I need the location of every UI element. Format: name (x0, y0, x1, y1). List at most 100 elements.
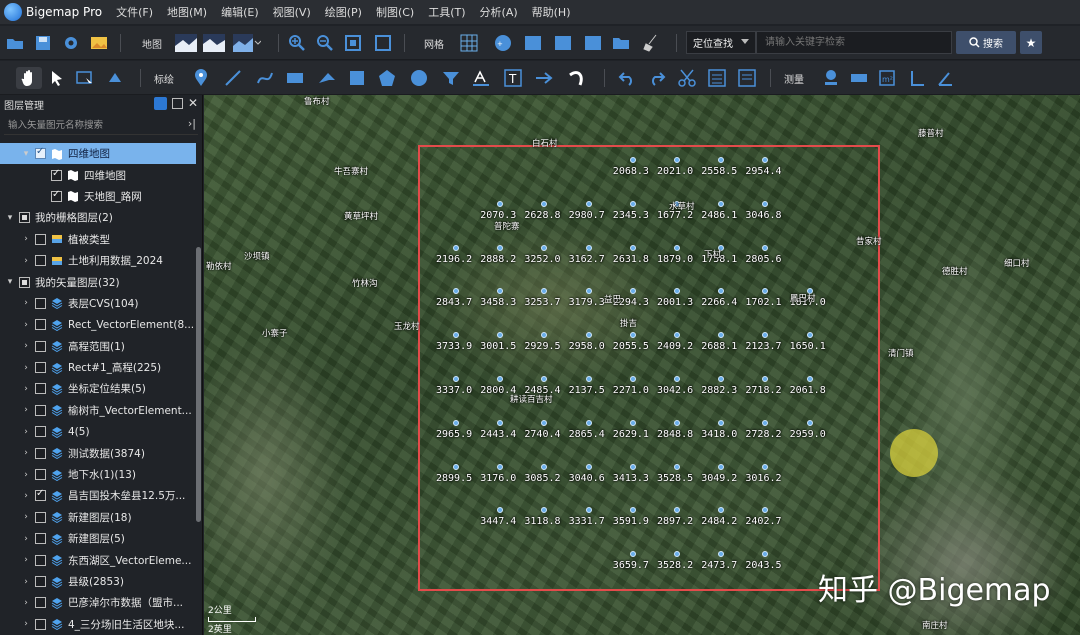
collapse-panel-icon[interactable]: ›| (188, 117, 196, 130)
search-button[interactable]: 搜索 (956, 31, 1016, 54)
undo-icon[interactable] (616, 67, 638, 89)
elevation-point-marker[interactable] (585, 200, 592, 207)
elevation-point-marker[interactable] (674, 244, 680, 251)
panel-search-icon[interactable] (153, 97, 167, 110)
expand-chevron-right-icon[interactable]: › (20, 234, 32, 244)
layer-tree-row[interactable]: › 土地利用数据_2024 (0, 250, 196, 271)
clear-broom-icon[interactable] (640, 32, 662, 54)
favorite-star-icon[interactable]: ★ (1020, 31, 1042, 54)
elevation-point-marker[interactable] (453, 244, 459, 251)
expand-chevron-down-icon[interactable]: ▾ (4, 213, 16, 223)
elevation-point-marker[interactable] (453, 376, 459, 382)
expand-chevron-right-icon[interactable]: › (20, 341, 32, 351)
zoom-in-icon[interactable] (286, 32, 308, 54)
image-icon[interactable] (88, 32, 110, 54)
layer-tree-row[interactable]: 天地图_路网 (0, 186, 196, 207)
highlight-circle[interactable] (890, 429, 938, 477)
circle-icon[interactable] (408, 67, 430, 89)
list-panel-icon[interactable] (736, 67, 758, 89)
layer-tree-row[interactable]: › 榆树市_VectorElement... (0, 400, 196, 421)
grid-km-icon[interactable] (522, 32, 544, 54)
measure-height-icon[interactable] (906, 67, 928, 89)
vector-search-field[interactable]: 输入矢量图元名称搜索 ›| (4, 113, 198, 135)
open-folder-icon[interactable] (4, 32, 26, 54)
measure-point-icon[interactable] (820, 67, 842, 89)
elevation-point-marker[interactable] (674, 419, 680, 426)
close-icon[interactable]: ✕ (188, 97, 198, 110)
menu-item[interactable]: 地图(M) (167, 4, 207, 20)
layer-tree-row[interactable]: › 巴彦淖尔市数据（盟市... (0, 592, 196, 613)
elevation-point-marker[interactable] (629, 463, 636, 470)
layer-visibility-checkbox[interactable] (35, 618, 46, 630)
text-box-icon[interactable]: T (502, 67, 524, 89)
elevation-point-marker[interactable] (585, 419, 592, 426)
locate-mode-select[interactable]: 定位查找 (686, 31, 756, 54)
elevation-point-marker[interactable] (453, 463, 459, 470)
layer-visibility-checkbox[interactable] (35, 554, 46, 566)
elevation-point-marker[interactable] (453, 419, 459, 426)
hybrid-map-icon[interactable] (202, 32, 226, 54)
satellite-map-icon[interactable] (174, 32, 198, 54)
expand-chevron-right-icon[interactable]: › (20, 427, 32, 437)
layer-tree-row[interactable]: › Rect#1_高程(225) (0, 357, 196, 378)
layer-tree-row[interactable]: › 昌吉国投木垒县12.5万... (0, 485, 196, 506)
layer-visibility-checkbox[interactable] (35, 447, 46, 459)
text-underline-icon[interactable] (470, 67, 492, 89)
expand-chevron-right-icon[interactable]: › (20, 363, 32, 373)
expand-chevron-right-icon[interactable]: › (20, 577, 32, 587)
settings-gear-icon[interactable] (60, 32, 82, 54)
polyline-icon[interactable] (222, 67, 244, 89)
elevation-point-marker[interactable] (806, 332, 813, 339)
cut-scissors-icon[interactable] (676, 67, 698, 89)
expand-chevron-right-icon[interactable]: › (20, 256, 32, 266)
menu-item[interactable]: 视图(V) (273, 4, 311, 20)
layer-tree-row[interactable]: › 4(5) (0, 421, 196, 442)
expand-chevron-right-icon[interactable]: › (20, 320, 32, 330)
elevation-point-marker[interactable] (629, 376, 636, 382)
expand-chevron-right-icon[interactable]: › (20, 298, 32, 308)
layer-visibility-checkbox[interactable] (35, 319, 46, 331)
layer-visibility-checkbox[interactable] (35, 576, 46, 587)
layer-visibility-checkbox[interactable] (35, 511, 46, 523)
menu-item[interactable]: 分析(A) (480, 4, 518, 20)
elevation-point-marker[interactable] (497, 200, 504, 207)
elevation-point-marker[interactable] (674, 463, 680, 470)
folder-icon[interactable] (610, 32, 632, 54)
expand-chevron-right-icon[interactable]: › (20, 619, 32, 629)
expand-chevron-right-icon[interactable]: › (20, 491, 32, 501)
polygon-icon[interactable] (376, 67, 398, 89)
layer-tree-row[interactable]: › 新建图层(18) (0, 507, 196, 528)
elevation-point-marker[interactable] (629, 419, 636, 426)
expand-chevron-right-icon[interactable]: › (20, 470, 32, 480)
funnel-icon[interactable] (440, 67, 462, 89)
grid-utm-icon[interactable] (552, 32, 574, 54)
fullscreen-icon[interactable] (372, 32, 394, 54)
layer-tree-row[interactable]: › 表层CVS(104) (0, 293, 196, 314)
layer-tree-row[interactable]: › 植被类型 (0, 229, 196, 250)
layer-tree-row[interactable]: › 4_三分场旧生活区地块... (0, 614, 196, 635)
expand-chevron-right-icon[interactable]: › (20, 534, 32, 544)
layer-visibility-checkbox[interactable] (51, 168, 62, 181)
panel-float-icon[interactable] (171, 98, 183, 109)
layer-tree-row[interactable]: › 新建图层(5) (0, 528, 196, 549)
expand-chevron-right-icon[interactable]: › (20, 384, 32, 394)
elevation-point-marker[interactable] (497, 463, 504, 470)
elevation-point-marker[interactable] (585, 463, 592, 470)
layer-tree-row[interactable]: › 县级(2853) (0, 571, 196, 592)
elevation-point-marker[interactable] (629, 551, 636, 558)
menu-item[interactable]: 帮助(H) (532, 4, 571, 20)
arrow-right-icon[interactable] (534, 67, 556, 89)
elevation-point-marker[interactable] (629, 157, 636, 163)
elevation-point-marker[interactable] (497, 419, 504, 426)
measure-area-icon[interactable]: m² (876, 67, 898, 89)
elevation-point-marker[interactable] (718, 200, 725, 207)
select-pointer-icon[interactable] (46, 67, 68, 89)
menu-item[interactable]: 文件(F) (116, 4, 153, 20)
elevation-point-marker[interactable] (585, 332, 592, 339)
menu-item[interactable]: 编辑(E) (221, 4, 259, 20)
keyword-search-input[interactable] (756, 31, 952, 54)
elevation-point-marker[interactable] (629, 332, 636, 339)
elevation-point-marker[interactable] (718, 463, 725, 470)
elevation-point-marker[interactable] (718, 419, 725, 426)
layer-visibility-checkbox[interactable] (51, 189, 62, 202)
